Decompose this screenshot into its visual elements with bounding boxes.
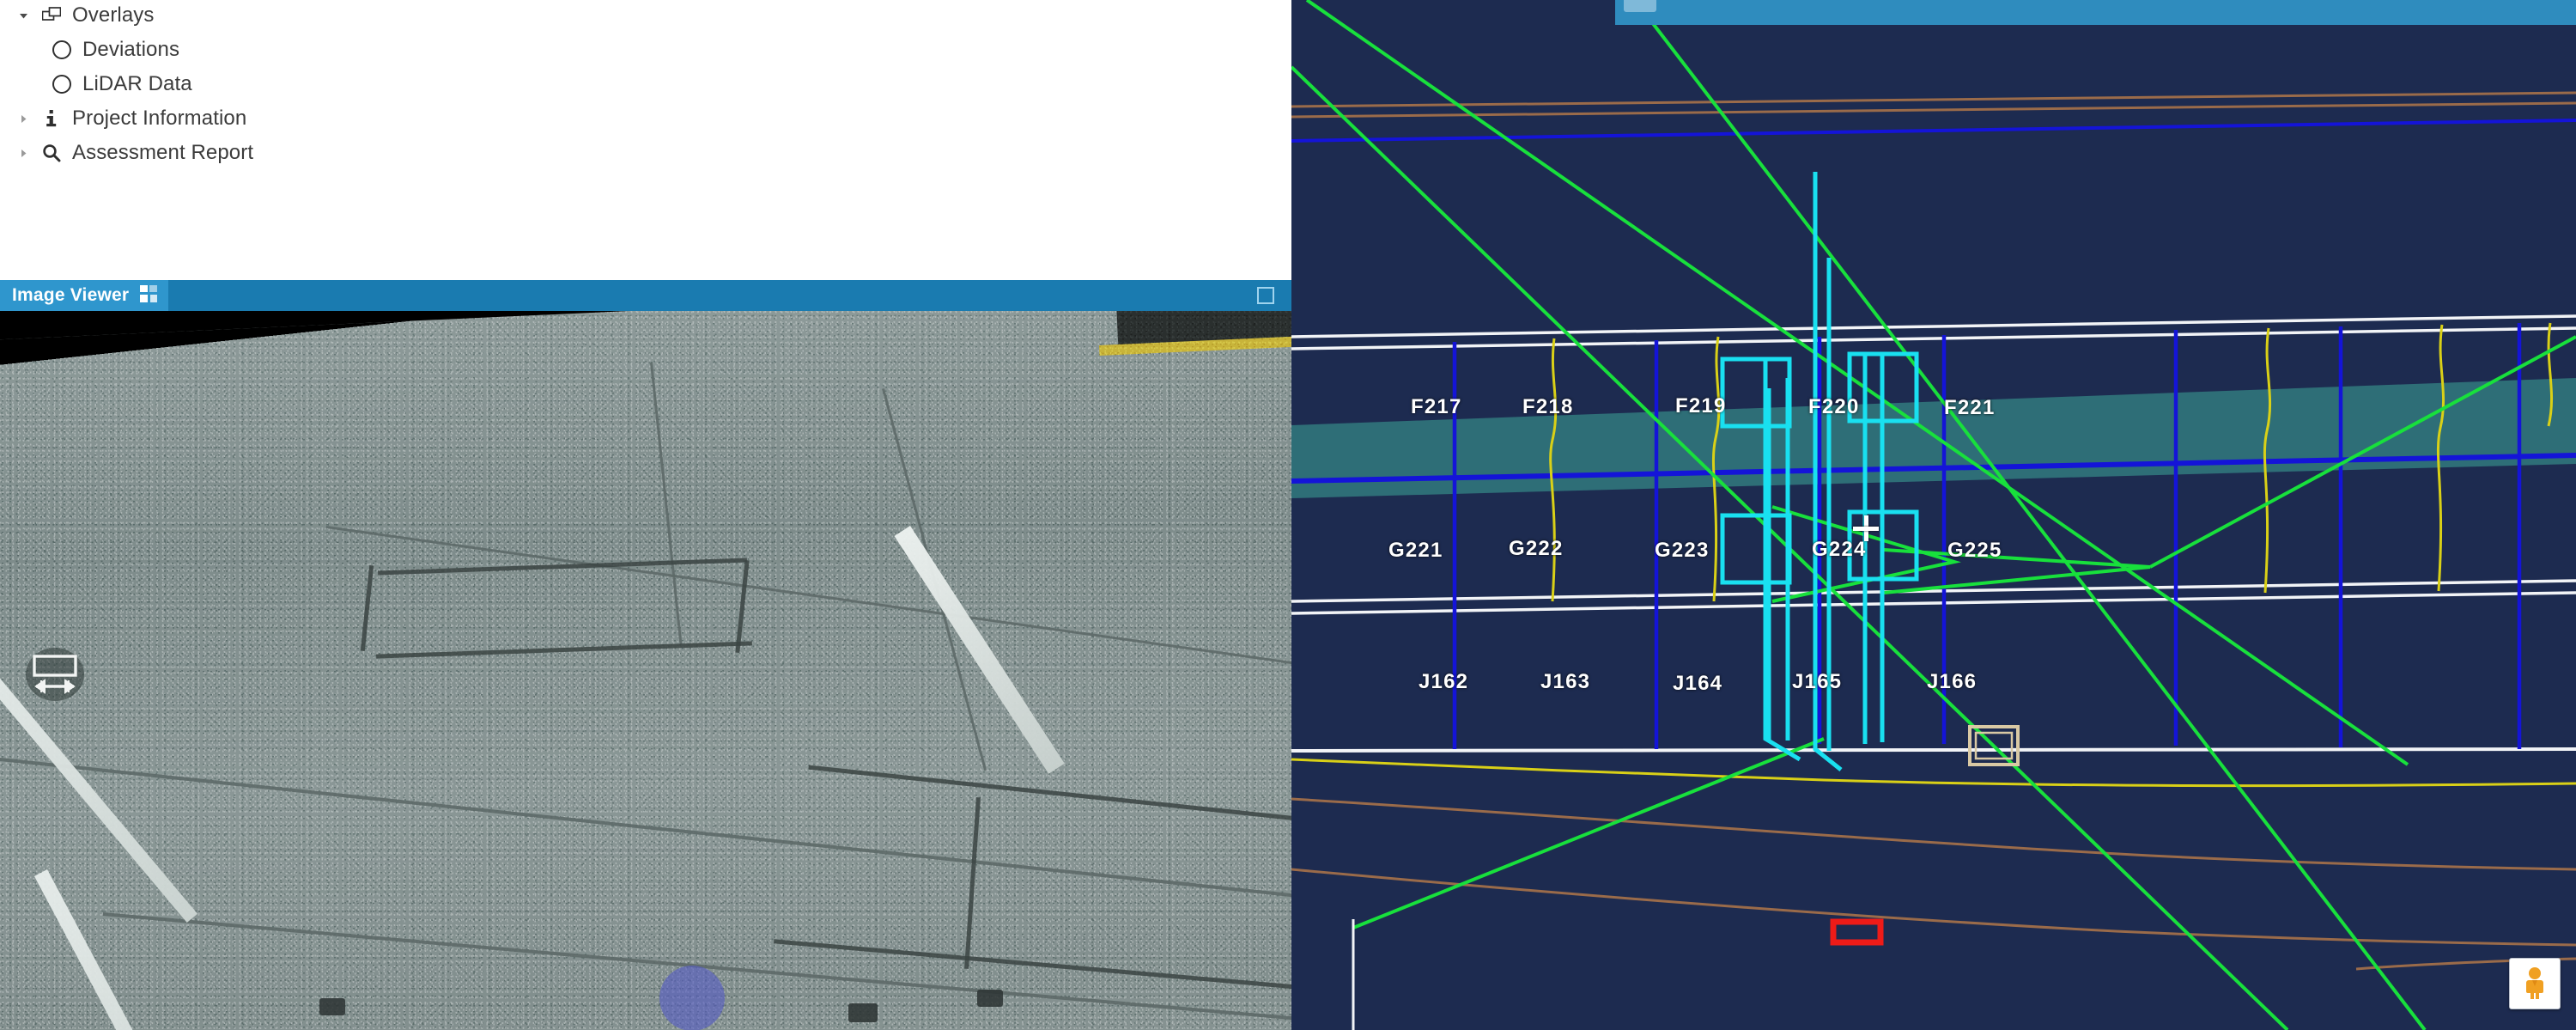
chevron-right-icon[interactable] <box>12 113 34 125</box>
chevron-down-icon[interactable] <box>12 10 34 21</box>
tree-item-deviations[interactable]: Deviations <box>0 33 1291 67</box>
info-icon <box>34 109 69 128</box>
restore-window-icon[interactable] <box>1257 287 1274 304</box>
parcel-label: F219 <box>1675 394 1727 417</box>
radio-unchecked-icon[interactable] <box>45 75 79 94</box>
parcel-label: J163 <box>1540 670 1591 693</box>
parcel-label: F218 <box>1522 395 1574 418</box>
tree-item-lidar-data[interactable]: LiDAR Data <box>0 67 1291 101</box>
parcel-label: J165 <box>1792 670 1843 693</box>
image-viewer-titlebar: Image Viewer <box>0 280 1291 311</box>
tree-item-label: Overlays <box>72 3 155 27</box>
parcel-label: J164 <box>1673 672 1723 695</box>
tree-item-label: Deviations <box>82 38 180 61</box>
search-icon <box>34 143 69 162</box>
panel-swap-icon[interactable] <box>139 284 158 308</box>
parcel-label: F217 <box>1411 395 1462 418</box>
tab-label: Image Viewer <box>12 285 130 305</box>
radio-unchecked-icon[interactable] <box>45 40 79 59</box>
parcel-label: G224 <box>1812 538 1867 561</box>
parcel-label: J166 <box>1927 670 1978 693</box>
parcel-label: J162 <box>1419 670 1469 693</box>
tree-item-label: Assessment Report <box>72 141 254 164</box>
tree-item-project-information[interactable]: Project Information <box>0 101 1291 136</box>
toolbar-button[interactable] <box>1624 0 1656 12</box>
tree-item-label: LiDAR Data <box>82 72 192 95</box>
tree-item-label: Project Information <box>72 107 247 130</box>
map-toolbar[interactable] <box>1615 0 2576 25</box>
image-position-marker[interactable] <box>659 966 725 1030</box>
parcel-label: G223 <box>1655 539 1710 562</box>
parcel-label: G221 <box>1388 539 1443 562</box>
map-canvas[interactable]: F217 F218 F219 F220 F221 G221 G222 G223 … <box>1291 0 2576 1030</box>
corridor-band <box>1291 378 2576 498</box>
tree-item-overlays[interactable]: Overlays <box>0 0 1291 33</box>
tree-item-assessment-report[interactable]: Assessment Report <box>0 136 1291 170</box>
red-rectangle-annotation <box>1830 918 1884 946</box>
left-column: Linework Overlays <box>0 0 1291 1030</box>
fit-width-icon[interactable] <box>24 648 86 701</box>
map-vector-layer <box>1291 0 2576 1030</box>
image-viewer-canvas[interactable] <box>0 311 1291 1030</box>
parcel-label: F221 <box>1944 396 1996 419</box>
parcel-label: G225 <box>1947 539 2002 562</box>
street-view-pegman-icon[interactable] <box>2509 958 2561 1009</box>
chevron-right-icon[interactable] <box>12 148 34 159</box>
layers-icon <box>34 7 69 24</box>
parcel-label: G222 <box>1509 537 1564 560</box>
parcel-label: F220 <box>1808 395 1860 418</box>
application-window: Linework Overlays <box>0 0 2576 1030</box>
layer-tree-panel: Linework Overlays <box>0 0 1291 280</box>
tab-image-viewer[interactable]: Image Viewer <box>0 280 169 311</box>
pavement-photograph <box>0 311 1291 1030</box>
